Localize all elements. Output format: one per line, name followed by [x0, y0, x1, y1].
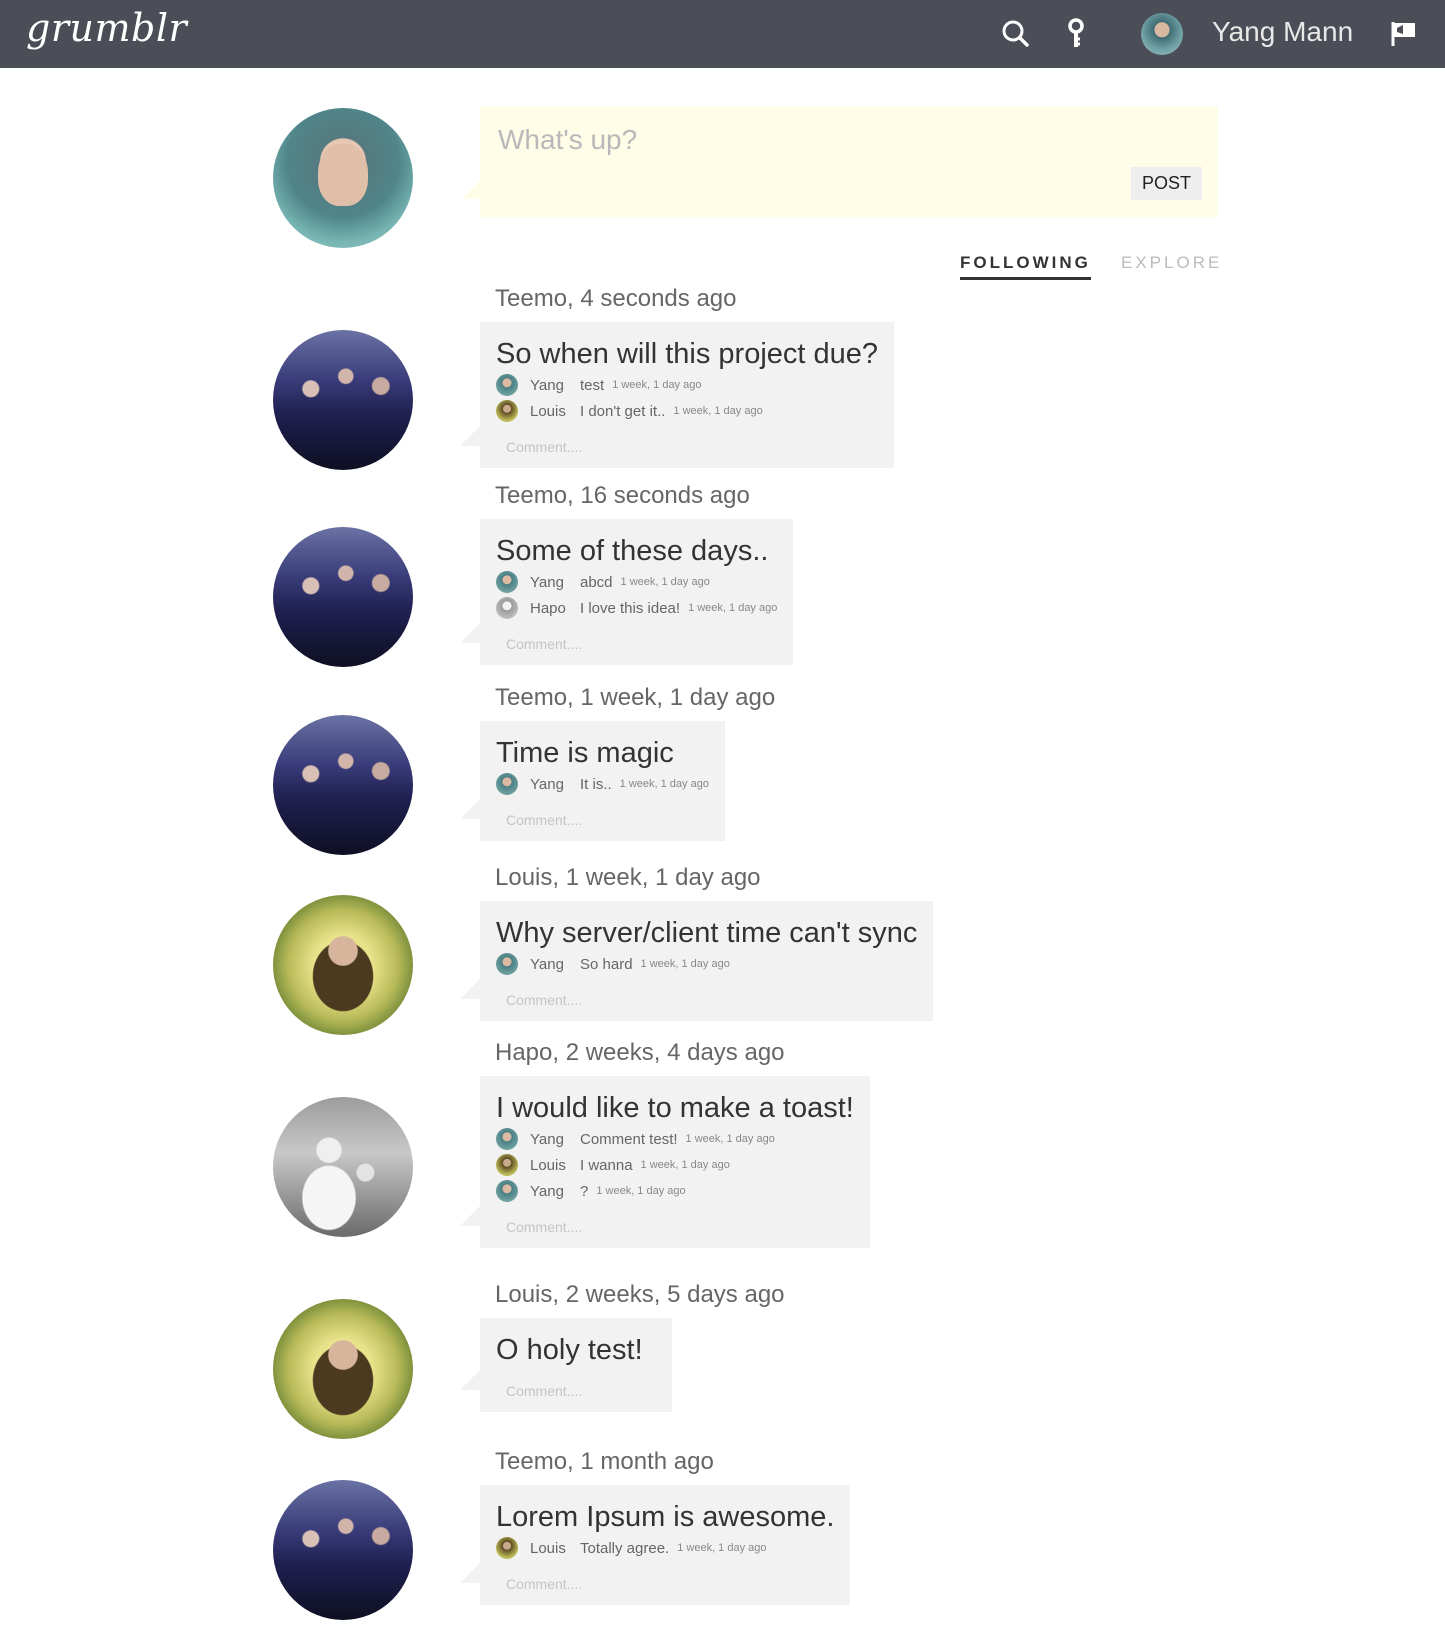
comment-time: 1 week, 1 day ago	[640, 1159, 730, 1171]
comment-input[interactable]	[504, 1382, 708, 1400]
comment-text: I love this idea!	[580, 599, 681, 617]
post-author-avatar[interactable]	[273, 895, 413, 1035]
user-avatar[interactable]	[1141, 13, 1183, 55]
comment-avatar[interactable]	[496, 374, 518, 396]
post-card: O holy test!	[460, 1318, 708, 1412]
comment-author[interactable]: Yang	[530, 377, 580, 394]
post-card: Lorem Ipsum is awesome. Louis Totally ag…	[459, 1485, 851, 1605]
post-meta: Teemo, 1 week, 1 day ago	[495, 684, 776, 711]
search-icon[interactable]	[998, 16, 1034, 52]
comment-text: I wanna	[580, 1156, 633, 1174]
post-meta: Louis, 1 week, 1 day ago	[495, 864, 761, 891]
post-title: So when will this project due?	[496, 338, 879, 370]
post-title: I would like to make a toast!	[496, 1092, 854, 1124]
post-author-avatar[interactable]	[273, 1480, 413, 1620]
comment-author[interactable]: Louis	[530, 1157, 580, 1174]
comment-author[interactable]: Yang	[530, 1131, 580, 1148]
comment-author[interactable]: Louis	[530, 403, 580, 420]
key-icon[interactable]	[1058, 16, 1094, 52]
comment-avatar[interactable]	[496, 597, 518, 619]
comment-avatar[interactable]	[496, 1154, 518, 1176]
comment-time: 1 week, 1 day ago	[685, 1133, 775, 1145]
comment-text: So hard	[580, 955, 633, 973]
comment-time: 1 week, 1 day ago	[688, 602, 778, 614]
post-button[interactable]: POST	[1130, 167, 1202, 200]
post-author-avatar[interactable]	[273, 527, 413, 667]
post-title: O holy test!	[496, 1334, 643, 1366]
post-card: Why server/client time can't sync Yang S…	[459, 901, 934, 1021]
comment-avatar[interactable]	[496, 571, 518, 593]
comment-text: test	[580, 376, 605, 394]
post-author-avatar[interactable]	[273, 330, 413, 470]
top-navbar: grumblr Yang Mann	[0, 0, 1445, 68]
comment: Yang So hard 1 week, 1 day ago	[496, 951, 917, 977]
comment-text: ?	[580, 1182, 589, 1200]
post-title: Time is magic	[496, 737, 674, 769]
post-author-avatar[interactable]	[273, 1299, 413, 1439]
comment-time: 1 week, 1 day ago	[640, 958, 730, 970]
comment-text: Comment test!	[580, 1130, 678, 1148]
comment-input[interactable]	[504, 991, 708, 1009]
comment-author[interactable]: Yang	[530, 956, 580, 973]
comment-time: 1 week, 1 day ago	[673, 405, 763, 417]
post-card: So when will this project due? Yang test…	[459, 322, 895, 468]
comment: Yang ? 1 week, 1 day ago	[496, 1178, 854, 1204]
comment-avatar[interactable]	[496, 400, 518, 422]
comment-time: 1 week, 1 day ago	[596, 1185, 686, 1197]
comment-time: 1 week, 1 day ago	[620, 576, 710, 588]
post-title: Lorem Ipsum is awesome.	[496, 1501, 835, 1533]
post-author-avatar[interactable]	[273, 1097, 413, 1237]
comment-avatar[interactable]	[496, 773, 518, 795]
post-card: I would like to make a toast! Yang Comme…	[460, 1076, 870, 1248]
comment-avatar[interactable]	[496, 953, 518, 975]
comment-input[interactable]	[504, 1575, 708, 1593]
comment-time: 1 week, 1 day ago	[619, 778, 709, 790]
comment: Yang Comment test! 1 week, 1 day ago	[496, 1126, 854, 1152]
tab-explore[interactable]: EXPLORE	[1121, 253, 1222, 273]
user-name[interactable]: Yang Mann	[1212, 16, 1353, 48]
comment-time: 1 week, 1 day ago	[612, 379, 702, 391]
comment: Hapo I love this idea! 1 week, 1 day ago	[496, 595, 777, 621]
comment-input[interactable]	[504, 1218, 708, 1236]
comment-text: I don't get it..	[580, 402, 666, 420]
post-card: Time is magic Yang It is.. 1 week, 1 day…	[460, 721, 725, 841]
current-user-avatar	[273, 108, 413, 248]
post-meta: Louis, 2 weeks, 5 days ago	[495, 1281, 785, 1308]
post-meta: Teemo, 1 month ago	[495, 1448, 714, 1475]
comment-author[interactable]: Yang	[530, 574, 580, 591]
post-author-avatar[interactable]	[273, 715, 413, 855]
comment: Louis I don't get it.. 1 week, 1 day ago	[496, 398, 878, 424]
tab-following[interactable]: FOLLOWING	[960, 253, 1091, 280]
post-meta: Hapo, 2 weeks, 4 days ago	[495, 1039, 785, 1066]
comment-author[interactable]: Yang	[530, 1183, 580, 1200]
comment-input[interactable]	[504, 811, 708, 829]
comment-avatar[interactable]	[496, 1128, 518, 1150]
comment-text: Totally agree.	[580, 1539, 670, 1557]
post-meta: Teemo, 16 seconds ago	[495, 482, 750, 509]
post-title: Why server/client time can't sync	[496, 917, 918, 949]
post-meta: Teemo, 4 seconds ago	[495, 285, 737, 312]
comment: Louis Totally agree. 1 week, 1 day ago	[496, 1535, 834, 1561]
comment-input[interactable]	[504, 635, 708, 653]
comment-avatar[interactable]	[496, 1537, 518, 1559]
flag-icon[interactable]	[1387, 16, 1423, 52]
comment: Yang abcd 1 week, 1 day ago	[496, 569, 777, 595]
comment: Louis I wanna 1 week, 1 day ago	[496, 1152, 854, 1178]
post-composer: POST	[462, 107, 1218, 217]
comment-author[interactable]: Yang	[530, 776, 580, 793]
comment: Yang test 1 week, 1 day ago	[496, 372, 878, 398]
comment-text: It is..	[580, 775, 612, 793]
post-title: Some of these days..	[496, 535, 769, 567]
comment: Yang It is.. 1 week, 1 day ago	[496, 771, 709, 797]
app-logo[interactable]: grumblr	[26, 6, 187, 50]
comment-author[interactable]: Hapo	[530, 600, 580, 617]
comment-author[interactable]: Louis	[530, 1540, 580, 1557]
post-card: Some of these days.. Yang abcd 1 week, 1…	[459, 519, 794, 665]
comment-text: abcd	[580, 573, 613, 591]
status-input[interactable]	[496, 123, 1100, 157]
comment-input[interactable]	[504, 438, 708, 456]
comment-avatar[interactable]	[496, 1180, 518, 1202]
comment-time: 1 week, 1 day ago	[677, 1542, 767, 1554]
